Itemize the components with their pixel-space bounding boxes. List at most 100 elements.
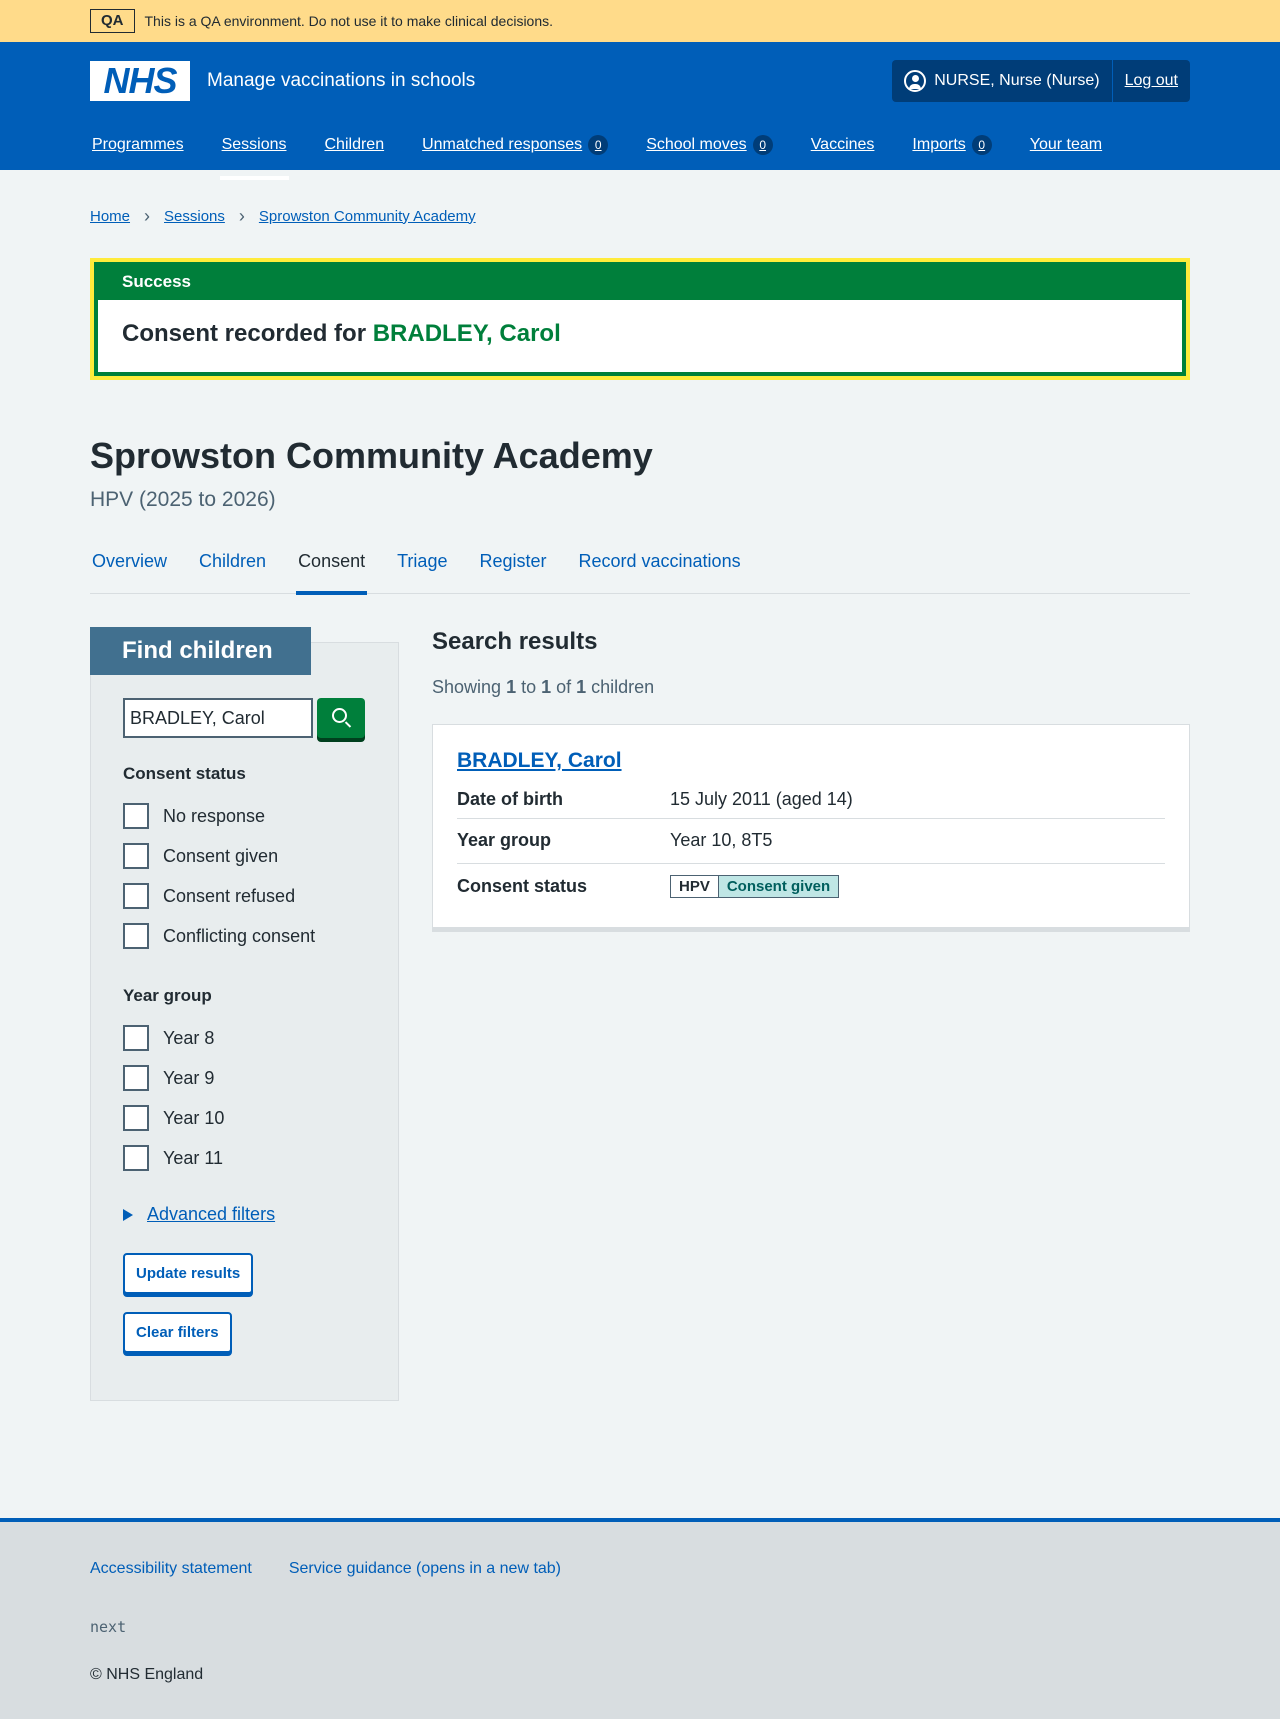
year-group-legend: Year group [123, 986, 212, 1005]
filter-year-10[interactable]: Year 10 [123, 1098, 366, 1138]
logout-link[interactable]: Log out [1113, 72, 1190, 90]
nav-imports[interactable]: Imports 0 [910, 130, 993, 160]
search-icon [332, 708, 347, 723]
triangle-right-icon [123, 1208, 133, 1221]
account-menu: NURSE, Nurse (Nurse) Log out [892, 60, 1190, 102]
search-row [123, 698, 366, 738]
breadcrumb-sessions[interactable]: Sessions [164, 208, 225, 225]
success-message-text: Consent recorded for [122, 320, 373, 347]
checkbox-label: Consent given [163, 845, 279, 866]
summary-key: Date of birth [457, 788, 563, 809]
results-from: 1 [506, 676, 517, 697]
nav-label: Sessions [221, 136, 287, 153]
breadcrumb-session[interactable]: Sprowston Community Academy [259, 208, 476, 225]
checkbox[interactable] [123, 843, 149, 869]
checkbox[interactable] [123, 1025, 149, 1051]
tab-consent[interactable]: Consent [296, 546, 368, 595]
search-input[interactable] [123, 698, 313, 738]
session-tabs: Overview Children Consent Triage Registe… [90, 546, 1190, 595]
nav-label: Programmes [92, 136, 184, 153]
page-caption: HPV (2025 to 2026) [90, 488, 276, 511]
filter-consent-given[interactable]: Consent given [123, 836, 366, 876]
service-guidance-link[interactable]: Service guidance (opens in a new tab) [289, 1560, 561, 1578]
results-count-text: of [551, 676, 577, 697]
brand[interactable]: NHS Manage vaccinations in schools [90, 61, 475, 101]
summary-row: Year group Year 10, 8T5 [457, 819, 1165, 864]
checkbox[interactable] [123, 883, 149, 909]
child-summary: Date of birth 15 July 2011 (aged 14) Yea… [457, 781, 1165, 909]
results-to: 1 [541, 676, 552, 697]
nav-unmatched-responses[interactable]: Unmatched responses 0 [420, 130, 610, 160]
page-title: Sprowston Community Academy [90, 435, 653, 476]
nav-label: Imports [912, 136, 966, 153]
update-results-button[interactable]: Update results [123, 1253, 254, 1294]
nav-your-team[interactable]: Your team [1028, 130, 1104, 160]
filter-year-8[interactable]: Year 8 [123, 1018, 366, 1058]
copyright: © NHS England [90, 1666, 204, 1683]
breadcrumb-home[interactable]: Home [90, 208, 130, 225]
nav-school-moves[interactable]: School moves 0 [644, 130, 775, 160]
nav-label: School moves [646, 136, 747, 153]
primary-navigation: Programmes Sessions Children Unmatched r… [90, 120, 1190, 180]
checkbox-label: Year 8 [163, 1027, 215, 1048]
results-heading: Search results [432, 628, 598, 655]
advanced-filters-link[interactable]: Advanced filters [147, 1204, 275, 1225]
nav-label: Your team [1029, 136, 1103, 153]
tab-triage[interactable]: Triage [395, 546, 449, 594]
search-button[interactable] [317, 698, 365, 738]
checkbox[interactable] [123, 1145, 149, 1171]
search-results: Search results Showing 1 to 1 of 1 child… [432, 627, 1190, 1401]
advanced-filters-toggle[interactable]: Advanced filters [123, 1204, 366, 1225]
qa-environment-banner: QA This is a QA environment. Do not use … [0, 0, 1280, 42]
accessibility-statement-link[interactable]: Accessibility statement [90, 1560, 252, 1578]
success-banner: Success Consent recorded for BRADLEY, Ca… [90, 258, 1190, 380]
tab-register[interactable]: Register [477, 546, 548, 594]
checkbox-label: No response [163, 805, 266, 826]
nhs-logo-text: NHS [103, 60, 177, 101]
filter-consent-refused[interactable]: Consent refused [123, 876, 366, 916]
clear-filters-button[interactable]: Clear filters [123, 1312, 232, 1353]
nav-sessions[interactable]: Sessions [219, 130, 289, 180]
tab-children[interactable]: Children [197, 546, 268, 594]
consent-status-tag: HPV Consent given [670, 874, 840, 898]
checkbox[interactable] [123, 1105, 149, 1131]
qa-banner-text: This is a QA environment. Do not use it … [144, 13, 554, 29]
status-tag: Consent given [718, 875, 839, 897]
checkbox-label: Year 9 [163, 1067, 215, 1088]
filters-panel: Find children Consent status No response… [90, 627, 399, 1401]
service-name[interactable]: Manage vaccinations in schools [207, 70, 475, 92]
checkbox[interactable] [123, 803, 149, 829]
nav-label: Children [324, 136, 385, 153]
filter-no-response[interactable]: No response [123, 796, 366, 836]
child-card: BRADLEY, Carol Date of birth 15 July 201… [432, 723, 1190, 928]
summary-key: Consent status [457, 875, 588, 896]
count-badge: 0 [588, 135, 609, 155]
checkbox-label: Year 11 [163, 1147, 224, 1168]
summary-row: Consent status HPV Consent given [457, 864, 1165, 909]
nav-programmes[interactable]: Programmes [90, 130, 186, 160]
nav-vaccines[interactable]: Vaccines [809, 130, 877, 160]
nav-label: Vaccines [810, 136, 875, 153]
checkbox[interactable] [123, 923, 149, 949]
results-total: 1 [576, 676, 587, 697]
main-content: Home › Sessions › Sprowston Community Ac… [90, 170, 1190, 1401]
filter-year-11[interactable]: Year 11 [123, 1138, 366, 1178]
filter-year-9[interactable]: Year 9 [123, 1058, 366, 1098]
success-heading: Success [98, 266, 1182, 300]
success-child-link[interactable]: BRADLEY, Carol [373, 320, 561, 347]
tab-overview[interactable]: Overview [90, 546, 169, 594]
site-header: NHS Manage vaccinations in schools NURSE… [0, 42, 1280, 180]
count-badge: 0 [752, 135, 773, 155]
checkbox[interactable] [123, 1065, 149, 1091]
filter-conflicting-consent[interactable]: Conflicting consent [123, 916, 366, 956]
checkbox-label: Consent refused [163, 885, 296, 906]
tab-record-vaccinations[interactable]: Record vaccinations [577, 546, 743, 594]
find-children-heading: Find children [90, 627, 311, 675]
account-user: NURSE, Nurse (Nurse) [892, 60, 1113, 102]
chevron-right-icon: › [144, 205, 151, 226]
nav-children[interactable]: Children [323, 130, 387, 160]
child-name-link[interactable]: BRADLEY, Carol [457, 749, 622, 772]
results-count-text: Showing [432, 676, 507, 697]
qa-tag: QA [90, 9, 135, 33]
nhs-logo[interactable]: NHS [90, 61, 190, 101]
